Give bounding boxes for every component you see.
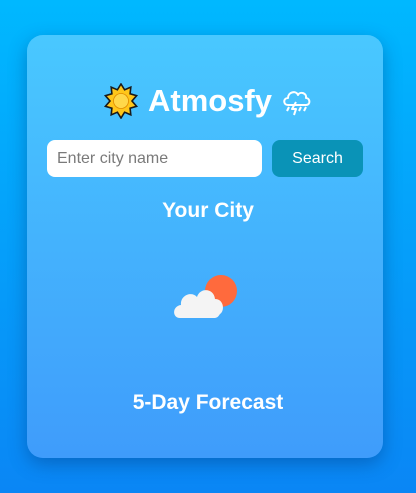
sun-icon	[103, 83, 139, 119]
search-button[interactable]: Search	[272, 140, 363, 177]
app-header: Atmosfy	[0, 82, 416, 120]
forecast-heading: 5-Day Forecast	[132, 391, 284, 414]
thunderstorm-icon	[283, 91, 311, 116]
city-name: Your City	[162, 199, 254, 222]
partly-cloudy-icon	[174, 275, 237, 318]
city-search-input[interactable]	[47, 140, 262, 177]
app-title: Atmosfy	[147, 83, 272, 118]
